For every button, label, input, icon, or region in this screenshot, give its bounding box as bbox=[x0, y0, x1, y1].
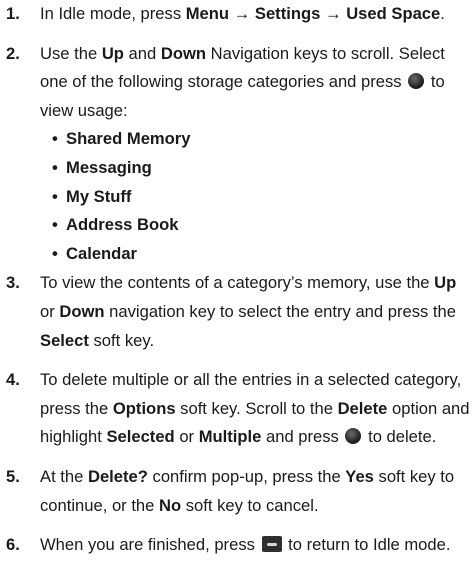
manual-page: 1. In Idle mode, press Menu → Settings →… bbox=[0, 0, 472, 564]
delete-confirm-term: Delete? bbox=[87, 466, 148, 486]
bullet-icon: • bbox=[52, 186, 58, 206]
text-run: When you are finished, press bbox=[40, 535, 260, 555]
list-item: • Shared Memory bbox=[52, 125, 472, 154]
category-label: Messaging bbox=[66, 157, 152, 177]
selected-term: Selected bbox=[106, 427, 175, 447]
step-text: Use the Up and Down Navigation keys to s… bbox=[40, 40, 472, 126]
bullet-icon: • bbox=[52, 129, 58, 149]
text-run: navigation key to select the entry and p… bbox=[104, 301, 456, 321]
select-softkey-term: Select bbox=[40, 330, 89, 350]
instruction-steps: 1. In Idle mode, press Menu → Settings →… bbox=[0, 0, 472, 560]
end-key-icon bbox=[261, 536, 282, 553]
step-number: 1. bbox=[6, 4, 20, 23]
step-text: At the Delete? confirm pop-up, press the… bbox=[40, 463, 472, 520]
text-run: confirm pop-up, press the bbox=[147, 466, 346, 486]
step-2: 2. Use the Up and Down Navigation keys t… bbox=[0, 40, 472, 269]
list-item: • Messaging bbox=[52, 154, 472, 183]
step-number: 6. bbox=[6, 535, 20, 555]
text-run: At the bbox=[40, 466, 88, 486]
text-run: and press bbox=[261, 427, 344, 447]
text-run: soft key to cancel. bbox=[181, 495, 319, 515]
text-run: . bbox=[440, 4, 445, 23]
step-text: In Idle mode, press Menu → Settings → Us… bbox=[40, 0, 472, 29]
yes-softkey-term: Yes bbox=[345, 466, 374, 486]
step-text: To delete multiple or all the entries in… bbox=[40, 366, 472, 452]
up-key-term: Up bbox=[434, 273, 457, 293]
text-run: Use the bbox=[40, 43, 102, 63]
center-select-key-icon bbox=[345, 428, 362, 445]
center-select-key-icon bbox=[408, 73, 425, 90]
text-run: and bbox=[123, 43, 161, 63]
text-run: In Idle mode, press bbox=[40, 4, 186, 23]
step-number: 3. bbox=[6, 273, 20, 293]
step-1: 1. In Idle mode, press Menu → Settings →… bbox=[0, 0, 472, 29]
text-run: → bbox=[229, 4, 255, 23]
list-item: • Address Book bbox=[52, 211, 472, 240]
step-text: When you are finished, press to return t… bbox=[40, 531, 472, 560]
bullet-icon: • bbox=[52, 157, 58, 177]
category-label: Address Book bbox=[66, 215, 179, 235]
no-softkey-term: No bbox=[159, 495, 182, 515]
down-key-term: Down bbox=[59, 301, 105, 321]
text-run: to delete. bbox=[363, 427, 437, 447]
text-run: or bbox=[40, 301, 60, 321]
category-label: Shared Memory bbox=[66, 129, 191, 149]
delete-option-term: Delete bbox=[337, 398, 388, 418]
category-label: My Stuff bbox=[66, 186, 132, 206]
storage-category-list: • Shared Memory • Messaging • My Stuff • Add… bbox=[40, 125, 472, 268]
bullet-icon: • bbox=[52, 215, 58, 235]
menu-term: Menu bbox=[185, 4, 230, 23]
step-number: 2. bbox=[6, 43, 20, 63]
text-run: soft key. Scroll to the bbox=[175, 398, 338, 418]
up-key-term: Up bbox=[101, 43, 124, 63]
text-run: or bbox=[174, 427, 199, 447]
settings-term: Settings bbox=[254, 4, 321, 23]
step-5: 5. At the Delete? confirm pop-up, press … bbox=[0, 463, 472, 520]
step-6: 6. When you are finished, press to retur… bbox=[0, 531, 472, 560]
used-space-term: Used Space bbox=[346, 4, 441, 23]
step-number: 4. bbox=[6, 370, 20, 390]
text-run: to return to Idle mode. bbox=[283, 535, 451, 555]
list-item: • Calendar bbox=[52, 240, 472, 269]
step-3: 3. To view the contents of a category’s … bbox=[0, 269, 472, 355]
multiple-term: Multiple bbox=[198, 427, 262, 447]
step-text: To view the contents of a category’s mem… bbox=[40, 269, 472, 355]
down-key-term: Down bbox=[160, 43, 207, 63]
list-item: • My Stuff bbox=[52, 183, 472, 212]
text-run: To view the contents of a category’s mem… bbox=[40, 273, 435, 293]
bullet-icon: • bbox=[52, 243, 58, 263]
step-number: 5. bbox=[6, 466, 20, 486]
text-run: → bbox=[320, 4, 347, 23]
step-4: 4. To delete multiple or all the entries… bbox=[0, 366, 472, 452]
category-label: Calendar bbox=[66, 243, 138, 263]
text-run: soft key. bbox=[88, 330, 155, 350]
options-softkey-term: Options bbox=[112, 398, 176, 418]
